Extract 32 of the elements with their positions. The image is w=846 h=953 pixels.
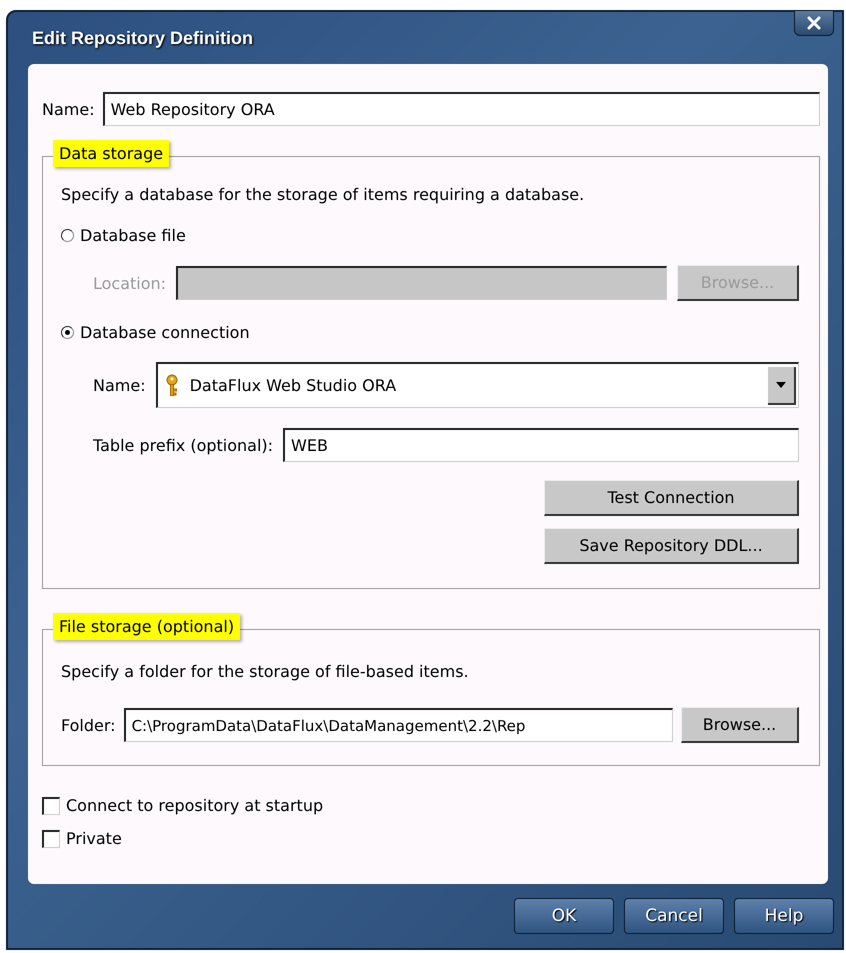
action-button[interactable]: Save Repository DDL... <box>544 528 799 564</box>
group-legend: Data storage <box>53 140 170 167</box>
name-field[interactable]: Web Repository ORA <box>102 92 820 126</box>
name-label: Name: <box>42 100 95 118</box>
connection-name-label: Name: <box>93 376 146 394</box>
description-text: Specify a database for the storage of items requiring a database. <box>61 185 586 204</box>
dialog-button[interactable]: Help <box>734 898 834 934</box>
folder-field[interactable]: C:\ProgramData\DataFlux\DataManagement\2.2\Rep <box>124 708 673 742</box>
radio-button[interactable] <box>61 229 74 242</box>
table-prefix-label: Table prefix (optional): <box>93 436 274 454</box>
checkbox[interactable] <box>42 796 60 814</box>
checkbox-label: Connect to repository at startup <box>66 796 324 815</box>
key-icon <box>164 374 180 398</box>
description-text: Specify a folder for the storage of file-based items. <box>61 662 470 681</box>
folder-label: Folder: <box>61 716 116 734</box>
close-button[interactable] <box>794 10 834 36</box>
table-prefix-field[interactable]: WEB <box>283 428 799 462</box>
radio-label: Database connection <box>80 323 250 342</box>
radio-button[interactable] <box>61 326 74 339</box>
dialog-button[interactable]: OK <box>514 898 614 934</box>
location-label: Location: <box>93 274 166 292</box>
connection-dropdown[interactable]: DataFlux Web Studio ORA <box>156 362 799 408</box>
checkbox-label: Private <box>66 829 122 848</box>
action-button[interactable]: Test Connection <box>544 480 799 516</box>
radio-label: Database file <box>80 226 186 245</box>
location-field[interactable] <box>176 266 667 300</box>
browse-button[interactable]: Browse... <box>681 707 799 743</box>
checkbox[interactable] <box>42 830 60 848</box>
dialog-button[interactable]: Cancel <box>624 898 724 934</box>
window-title: Edit Repository Definition <box>32 28 254 48</box>
group-legend: File storage (optional) <box>53 613 240 640</box>
close-icon <box>807 16 821 30</box>
